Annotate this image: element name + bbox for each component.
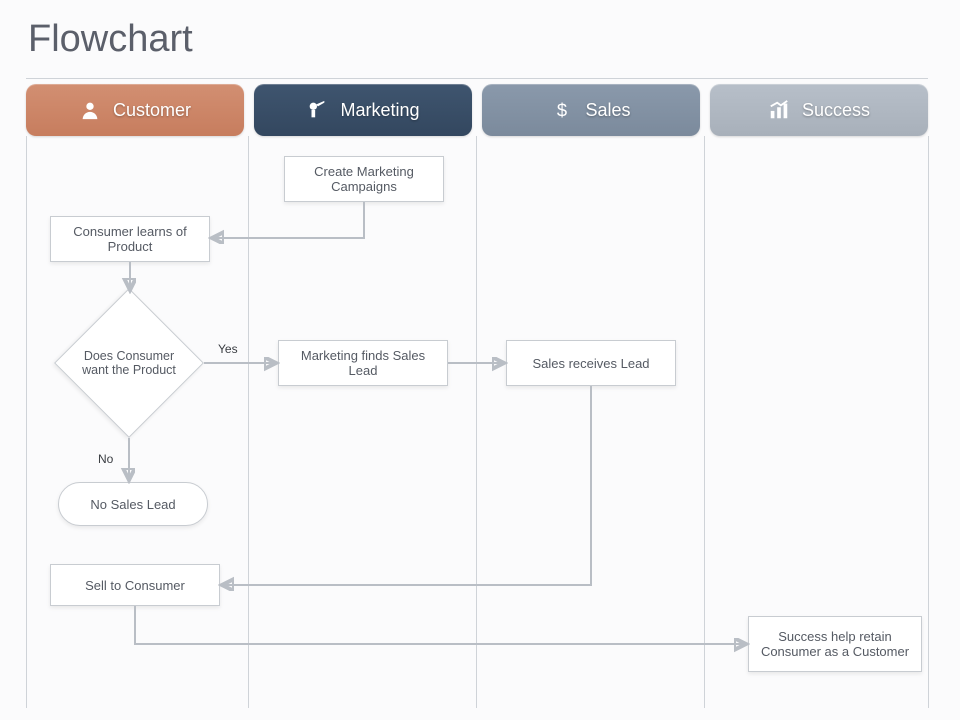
node-decision-want: Does Consumer want the Product — [54, 288, 204, 438]
page-title: Flowchart — [28, 18, 193, 61]
megaphone-icon — [306, 99, 328, 121]
lane-header-customer: Customer — [26, 84, 244, 136]
node-create-campaigns: Create Marketing Campaigns — [284, 156, 444, 202]
lane-divider — [476, 136, 477, 708]
node-label: Sales receives Lead — [532, 356, 649, 371]
lane-header-marketing: Marketing — [254, 84, 472, 136]
node-learn-product: Consumer learns of Product — [50, 216, 210, 262]
person-icon — [79, 99, 101, 121]
node-no-lead: No Sales Lead — [58, 482, 208, 526]
lane-divider — [928, 136, 929, 708]
lane-header-success: Success — [710, 84, 928, 136]
edge-label-no: No — [98, 452, 113, 466]
node-find-lead: Marketing finds Sales Lead — [278, 340, 448, 386]
node-label: Create Marketing Campaigns — [293, 164, 435, 194]
lane-divider — [704, 136, 705, 708]
edge-label-yes: Yes — [218, 342, 238, 356]
node-label: Marketing finds Sales Lead — [287, 348, 439, 378]
node-receive-lead: Sales receives Lead — [506, 340, 676, 386]
lane-label: Success — [802, 100, 870, 121]
node-label: Sell to Consumer — [85, 578, 185, 593]
dollar-icon: $ — [551, 99, 573, 121]
lane-header-sales: $ Sales — [482, 84, 700, 136]
node-label: No Sales Lead — [90, 497, 175, 512]
flowchart-canvas: Flowchart Customer Marketing $ Sales Suc… — [0, 0, 960, 720]
node-retain: Success help retain Consumer as a Custom… — [748, 616, 922, 672]
lane-divider — [248, 136, 249, 708]
svg-text:$: $ — [557, 99, 567, 120]
lane-label: Marketing — [340, 100, 419, 121]
chart-icon — [768, 99, 790, 121]
top-divider — [26, 78, 928, 79]
node-label: Does Consumer want the Product — [69, 349, 189, 377]
node-sell: Sell to Consumer — [50, 564, 220, 606]
lane-divider — [26, 136, 27, 708]
lane-label: Customer — [113, 100, 191, 121]
lane-label: Sales — [585, 100, 630, 121]
node-label: Consumer learns of Product — [59, 224, 201, 254]
node-label: Success help retain Consumer as a Custom… — [757, 629, 913, 659]
